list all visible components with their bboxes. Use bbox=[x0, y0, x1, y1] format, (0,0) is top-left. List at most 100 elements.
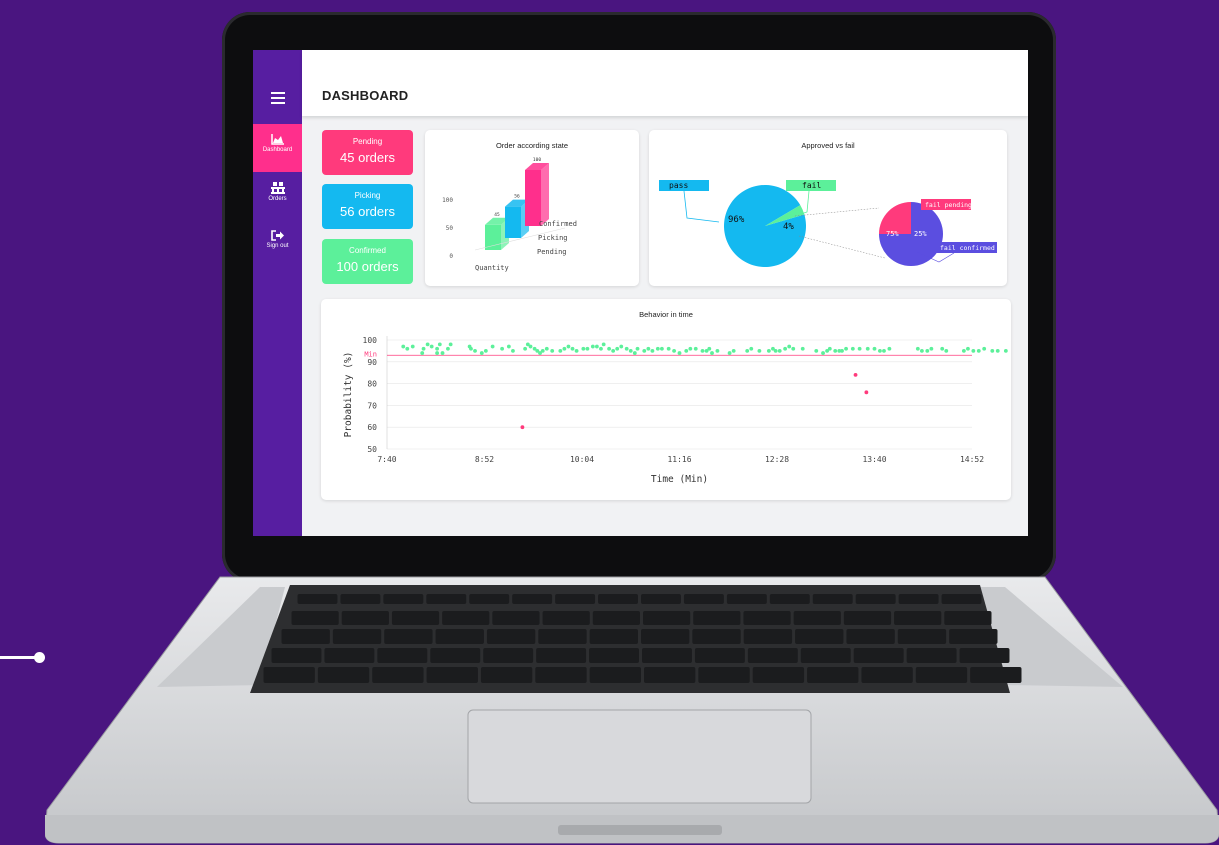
key bbox=[598, 594, 638, 604]
data-point bbox=[840, 349, 844, 353]
data-point bbox=[550, 349, 555, 353]
data-point bbox=[562, 346, 567, 351]
key bbox=[383, 594, 424, 604]
stat-label: Picking bbox=[354, 191, 381, 200]
data-point bbox=[777, 349, 782, 353]
svg-text:pass: pass bbox=[669, 181, 688, 190]
menu-icon[interactable] bbox=[265, 88, 291, 110]
data-point bbox=[585, 346, 590, 351]
key bbox=[469, 594, 510, 604]
sidebar-item-label: Orders bbox=[268, 196, 287, 202]
data-point bbox=[405, 346, 410, 351]
x-tick-label: 11:16 bbox=[667, 455, 691, 464]
data-point bbox=[919, 349, 924, 353]
data-point bbox=[787, 344, 792, 349]
data-point bbox=[410, 344, 415, 349]
y-tick-label: 100 bbox=[442, 197, 453, 204]
data-point bbox=[619, 344, 624, 349]
data-point bbox=[882, 349, 886, 353]
data-point bbox=[429, 344, 434, 349]
data-point bbox=[745, 349, 750, 353]
x-tick-label: 13:40 bbox=[862, 455, 886, 464]
key bbox=[843, 611, 892, 625]
sidebar-item-label: Sign out bbox=[266, 243, 289, 249]
data-point bbox=[944, 349, 949, 353]
data-point bbox=[650, 349, 655, 353]
sidebar-item-orders[interactable]: Orders bbox=[253, 172, 302, 220]
data-point bbox=[961, 349, 966, 353]
key bbox=[853, 648, 904, 663]
data-point bbox=[655, 346, 660, 351]
key bbox=[643, 611, 691, 625]
data-point bbox=[710, 351, 714, 355]
key bbox=[915, 667, 968, 683]
data-point bbox=[628, 349, 633, 353]
y-tick-label: 50 bbox=[446, 225, 454, 232]
data-point bbox=[878, 349, 882, 353]
slice-label: 96% bbox=[728, 215, 745, 225]
data-point bbox=[469, 346, 473, 351]
svg-text:fail pending: fail pending bbox=[925, 201, 972, 209]
key bbox=[769, 594, 810, 604]
data-point bbox=[966, 346, 970, 351]
sidebar-item-sign-out[interactable]: Sign out bbox=[253, 220, 302, 268]
data-point bbox=[872, 346, 877, 351]
data-point bbox=[800, 346, 805, 351]
sidebar-item-dashboard[interactable]: Dashboard bbox=[253, 124, 302, 172]
data-point bbox=[401, 344, 406, 349]
key bbox=[941, 594, 982, 604]
data-point bbox=[659, 346, 664, 351]
data-label: 45 bbox=[494, 212, 500, 218]
stat-label: Pending bbox=[352, 137, 383, 146]
slice-label: 75% bbox=[886, 230, 899, 238]
key bbox=[384, 629, 433, 644]
bar-chart-card: Order according state 0 50 100 45 Pending 56 P… bbox=[425, 130, 639, 286]
key bbox=[332, 629, 382, 644]
key bbox=[589, 629, 638, 644]
stat-card-pending: Pending 45 orders bbox=[322, 130, 413, 175]
x-tick-label: 8:52 bbox=[475, 455, 494, 464]
key bbox=[807, 667, 859, 683]
data-point bbox=[594, 344, 599, 349]
key bbox=[944, 611, 992, 625]
stat-card-picking: Picking 56 orders bbox=[322, 184, 413, 229]
svg-text:fail: fail bbox=[802, 181, 821, 190]
key bbox=[970, 667, 1022, 683]
stat-value: 45 orders bbox=[340, 150, 395, 165]
data-point bbox=[783, 346, 788, 351]
data-point bbox=[773, 349, 778, 353]
key bbox=[747, 648, 798, 663]
pallet-icon bbox=[270, 182, 285, 194]
key bbox=[426, 594, 467, 604]
data-point bbox=[500, 346, 505, 351]
key bbox=[271, 648, 322, 663]
key bbox=[317, 667, 370, 683]
key bbox=[538, 629, 587, 644]
data-point bbox=[833, 349, 838, 353]
data-point bbox=[425, 342, 430, 347]
data-point bbox=[646, 346, 651, 351]
key bbox=[435, 629, 484, 644]
data-point bbox=[982, 346, 987, 351]
key bbox=[291, 611, 339, 625]
data-point bbox=[483, 349, 488, 353]
data-point bbox=[590, 344, 595, 349]
key bbox=[812, 594, 853, 604]
data-point bbox=[757, 349, 762, 353]
legend-callout-fail-pending: fail pending bbox=[921, 199, 972, 210]
data-point bbox=[731, 349, 736, 353]
stat-label: Confirmed bbox=[349, 246, 386, 255]
data-point bbox=[624, 346, 629, 351]
data-point bbox=[574, 349, 579, 353]
data-point bbox=[865, 346, 870, 351]
data-point bbox=[435, 351, 440, 355]
data-point bbox=[607, 346, 611, 351]
data-point bbox=[566, 344, 571, 349]
legend-callout-fail: fail bbox=[786, 180, 836, 191]
key bbox=[536, 648, 587, 663]
data-point bbox=[850, 346, 855, 351]
data-point bbox=[693, 346, 698, 351]
data-point bbox=[570, 346, 575, 351]
key bbox=[589, 667, 641, 683]
key bbox=[592, 611, 640, 625]
